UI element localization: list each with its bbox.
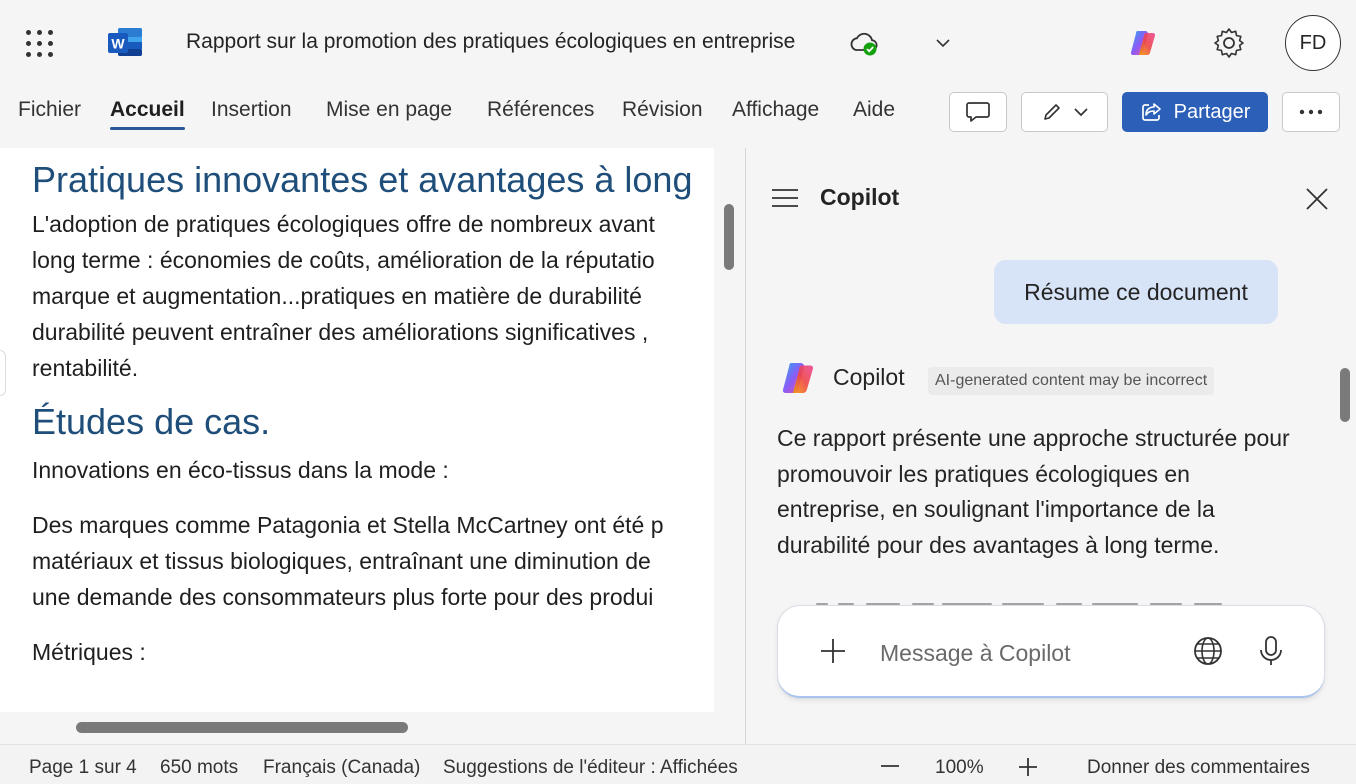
pencil-icon xyxy=(1043,104,1060,120)
tab-mise-en-page[interactable]: Mise en page xyxy=(326,98,452,122)
status-bar: Page 1 sur 4 650 mots Français (Canada) … xyxy=(0,744,1356,784)
chevron-down-icon[interactable] xyxy=(934,34,952,52)
comments-button[interactable] xyxy=(949,92,1007,132)
editing-mode-button[interactable] xyxy=(1021,92,1108,132)
share-icon xyxy=(1141,103,1161,121)
zoom-in-icon[interactable] xyxy=(1016,755,1040,779)
word-logo-icon[interactable]: W xyxy=(106,26,144,58)
paragraph-line: L'adoption de pratiques écologiques offr… xyxy=(32,211,655,237)
navigation-pane-handle[interactable] xyxy=(0,350,6,396)
comment-icon xyxy=(966,102,990,122)
share-button[interactable]: Partager xyxy=(1122,92,1268,132)
tab-fichier[interactable]: Fichier xyxy=(18,98,81,122)
word-count[interactable]: 650 mots xyxy=(160,757,238,779)
copilot-icon[interactable] xyxy=(1127,27,1159,59)
document-vertical-scrollbar[interactable] xyxy=(724,204,734,270)
copilot-bot-name: Copilot xyxy=(833,364,905,390)
hamburger-menu-icon[interactable] xyxy=(770,186,800,210)
close-icon[interactable] xyxy=(1304,186,1330,212)
avatar[interactable]: FD xyxy=(1285,15,1341,71)
share-label: Partager xyxy=(1173,100,1251,123)
more-options-button[interactable] xyxy=(1282,92,1340,132)
paragraph-eco-fabrics: Innovations en éco-tissus dans la mode : xyxy=(32,457,449,483)
tab-references[interactable]: Références xyxy=(487,98,594,122)
user-message-bubble: Résume ce document xyxy=(994,260,1278,324)
gear-icon[interactable] xyxy=(1212,26,1246,60)
chevron-down-icon xyxy=(1073,108,1088,117)
document-horizontal-scrollbar[interactable] xyxy=(76,722,408,733)
editor-suggestions[interactable]: Suggestions de l'éditeur : Affichées xyxy=(443,757,738,779)
heading-case-studies: Études de cas. xyxy=(32,401,271,442)
paragraph-line: marque et augmentation...pratiques en ma… xyxy=(32,283,642,309)
more-icon xyxy=(1299,109,1323,115)
paragraph-line: Des marques comme Patagonia et Stella Mc… xyxy=(32,512,664,538)
heading-innovative-practices: Pratiques innovantes et avantages à long xyxy=(32,159,693,200)
page-count[interactable]: Page 1 sur 4 xyxy=(29,757,137,779)
paragraph-metrics: Métriques : xyxy=(32,639,146,665)
tab-accueil[interactable]: Accueil xyxy=(110,98,185,130)
paragraph-line: une demande des consommateurs plus forte… xyxy=(32,584,654,610)
tab-affichage[interactable]: Affichage xyxy=(732,98,819,122)
paragraph-line: durabilité peuvent entraîner des amélior… xyxy=(32,319,649,345)
word-logo-letter: W xyxy=(111,36,125,52)
document-canvas[interactable]: Pratiques innovantes et avantages à long… xyxy=(0,148,714,712)
ai-disclaimer-badge: AI-generated content may be incorrect xyxy=(928,367,1215,395)
copilot-pane-title: Copilot xyxy=(820,184,900,210)
microphone-icon[interactable] xyxy=(1256,634,1286,668)
globe-icon[interactable] xyxy=(1191,634,1225,668)
paragraph-line: matériaux et tissus biologiques, entraîn… xyxy=(32,548,651,574)
language-indicator[interactable]: Français (Canada) xyxy=(263,757,420,779)
paragraph-line: long terme : économies de coûts, amélior… xyxy=(32,247,655,273)
app-launcher-icon[interactable] xyxy=(24,28,56,60)
title-bar: W Rapport sur la promotion des pratiques… xyxy=(0,0,1356,88)
cloud-saved-icon[interactable] xyxy=(848,30,880,58)
zoom-out-icon[interactable] xyxy=(878,759,902,773)
copilot-response: Ce rapport présente une approche structu… xyxy=(777,425,1290,558)
ribbon-tabs: Fichier Accueil Insertion Mise en page R… xyxy=(0,88,940,136)
tab-insertion[interactable]: Insertion xyxy=(211,98,292,122)
document-body: Pratiques innovantes et avantages à long… xyxy=(32,158,714,670)
copilot-pane-scrollbar[interactable] xyxy=(1340,368,1350,422)
document-title[interactable]: Rapport sur la promotion des pratiques é… xyxy=(186,30,795,54)
feedback-link[interactable]: Donner des commentaires xyxy=(1087,757,1310,779)
paragraph-line: rentabilité. xyxy=(32,355,139,381)
plus-icon[interactable] xyxy=(818,636,848,666)
zoom-level[interactable]: 100% xyxy=(935,757,984,779)
tab-revision[interactable]: Révision xyxy=(622,98,703,122)
copilot-message-input[interactable] xyxy=(880,636,1170,670)
copilot-logo-icon xyxy=(782,362,814,394)
tab-aide[interactable]: Aide xyxy=(853,98,895,122)
